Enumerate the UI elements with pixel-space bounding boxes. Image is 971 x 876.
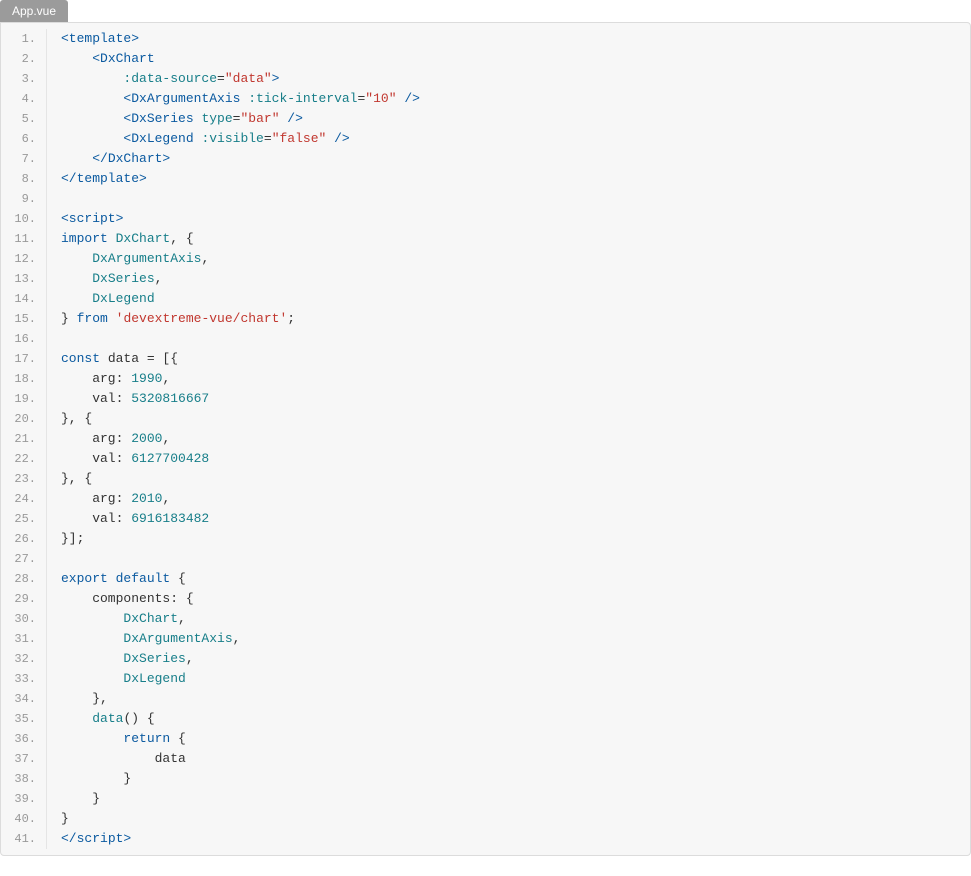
code-line: <DxLegend :visible="false" />: [61, 129, 970, 149]
line-number: 15.: [1, 309, 36, 329]
code-panel: 1.2.3.4.5.6.7.8.9.10.11.12.13.14.15.16.1…: [0, 22, 971, 856]
line-number: 32.: [1, 649, 36, 669]
code-line: val: 5320816667: [61, 389, 970, 409]
code-line: val: 6127700428: [61, 449, 970, 469]
line-number: 19.: [1, 389, 36, 409]
code-line: data() {: [61, 709, 970, 729]
code-line: } from 'devextreme-vue/chart';: [61, 309, 970, 329]
code-line: </template>: [61, 169, 970, 189]
code-line: <script>: [61, 209, 970, 229]
line-number: 16.: [1, 329, 36, 349]
code-line: data: [61, 749, 970, 769]
line-number: 11.: [1, 229, 36, 249]
line-number: 25.: [1, 509, 36, 529]
tab-bar: App.vue: [0, 0, 971, 22]
line-number: 18.: [1, 369, 36, 389]
code-line: DxArgumentAxis,: [61, 249, 970, 269]
code-line: <DxSeries type="bar" />: [61, 109, 970, 129]
line-number: 14.: [1, 289, 36, 309]
code-line: val: 6916183482: [61, 509, 970, 529]
code-line: }: [61, 809, 970, 829]
code-line: :data-source="data">: [61, 69, 970, 89]
line-number: 38.: [1, 769, 36, 789]
code-line: const data = [{: [61, 349, 970, 369]
code-line: }, {: [61, 409, 970, 429]
code-line: export default {: [61, 569, 970, 589]
code-line: },: [61, 689, 970, 709]
code-line: DxChart,: [61, 609, 970, 629]
line-number: 8.: [1, 169, 36, 189]
line-number: 21.: [1, 429, 36, 449]
line-number: 40.: [1, 809, 36, 829]
line-number: 29.: [1, 589, 36, 609]
line-number: 30.: [1, 609, 36, 629]
code-line: </DxChart>: [61, 149, 970, 169]
code-line: arg: 1990,: [61, 369, 970, 389]
line-number: 6.: [1, 129, 36, 149]
line-number: 27.: [1, 549, 36, 569]
line-number: 39.: [1, 789, 36, 809]
code-line: arg: 2010,: [61, 489, 970, 509]
line-number: 2.: [1, 49, 36, 69]
line-number: 36.: [1, 729, 36, 749]
line-number: 34.: [1, 689, 36, 709]
line-number: 17.: [1, 349, 36, 369]
line-number: 37.: [1, 749, 36, 769]
code-line: DxLegend: [61, 289, 970, 309]
line-number: 10.: [1, 209, 36, 229]
code-line: <DxChart: [61, 49, 970, 69]
code-line: DxArgumentAxis,: [61, 629, 970, 649]
tab-app-vue[interactable]: App.vue: [0, 0, 68, 22]
code-line: </script>: [61, 829, 970, 849]
line-number: 3.: [1, 69, 36, 89]
code-line: <template>: [61, 29, 970, 49]
code-line: arg: 2000,: [61, 429, 970, 449]
code-line: DxLegend: [61, 669, 970, 689]
line-number: 1.: [1, 29, 36, 49]
code-line: [61, 549, 970, 569]
code-line: }: [61, 789, 970, 809]
code-line: components: {: [61, 589, 970, 609]
code-line: return {: [61, 729, 970, 749]
line-number: 4.: [1, 89, 36, 109]
code-line: }, {: [61, 469, 970, 489]
code-area[interactable]: <template> <DxChart :data-source="data">…: [47, 29, 970, 849]
line-number: 33.: [1, 669, 36, 689]
code-line: import DxChart, {: [61, 229, 970, 249]
line-number: 24.: [1, 489, 36, 509]
line-number: 28.: [1, 569, 36, 589]
editor-container: App.vue 1.2.3.4.5.6.7.8.9.10.11.12.13.14…: [0, 0, 971, 856]
code-line: [61, 329, 970, 349]
line-number: 13.: [1, 269, 36, 289]
line-number: 26.: [1, 529, 36, 549]
line-number: 35.: [1, 709, 36, 729]
line-number: 9.: [1, 189, 36, 209]
line-number: 23.: [1, 469, 36, 489]
line-number: 41.: [1, 829, 36, 849]
code-line: [61, 189, 970, 209]
code-line: DxSeries,: [61, 269, 970, 289]
line-number: 31.: [1, 629, 36, 649]
code-line: DxSeries,: [61, 649, 970, 669]
line-number: 5.: [1, 109, 36, 129]
line-number: 20.: [1, 409, 36, 429]
code-line: <DxArgumentAxis :tick-interval="10" />: [61, 89, 970, 109]
code-line: }: [61, 769, 970, 789]
line-number-gutter: 1.2.3.4.5.6.7.8.9.10.11.12.13.14.15.16.1…: [1, 29, 47, 849]
line-number: 7.: [1, 149, 36, 169]
line-number: 12.: [1, 249, 36, 269]
code-line: }];: [61, 529, 970, 549]
line-number: 22.: [1, 449, 36, 469]
